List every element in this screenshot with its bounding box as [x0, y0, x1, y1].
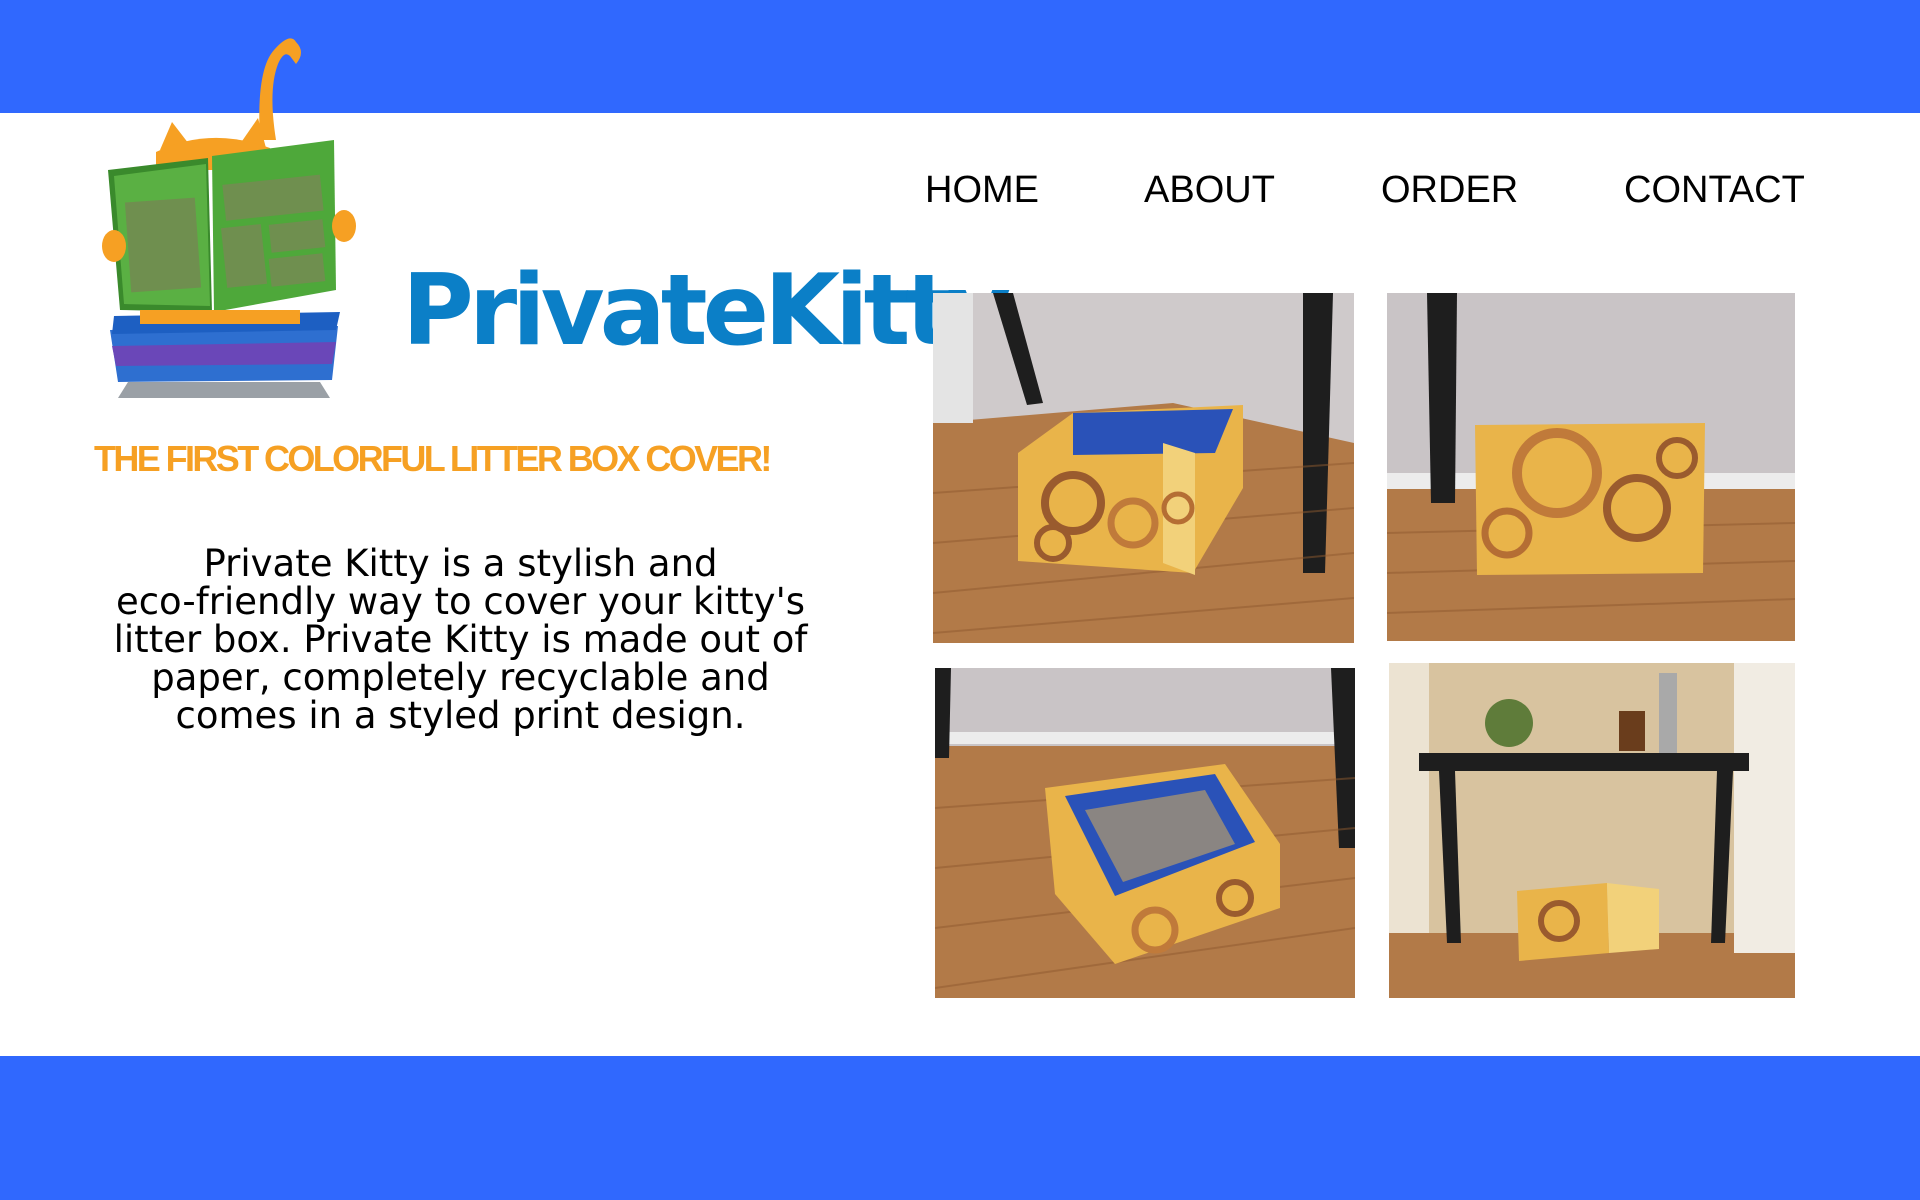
description-line: paper, completely recyclable and [151, 656, 770, 699]
nav-home-link[interactable]: HOME [925, 168, 1039, 212]
nav-about-link[interactable]: ABOUT [1144, 168, 1275, 212]
description-line: eco-friendly way to cover your kitty's [115, 580, 806, 623]
description-line: Private Kitty is a stylish and [203, 542, 718, 585]
cat-newspaper-logo-icon [102, 38, 356, 398]
nav-contact-link[interactable]: CONTACT [1624, 168, 1805, 212]
litter-box-cover-top-view-icon [935, 668, 1355, 998]
nav-order-link[interactable]: ORDER [1381, 168, 1518, 212]
product-description: Private Kitty is a stylish and eco-frien… [88, 545, 833, 735]
main-nav: HOME ABOUT ORDER CONTACT [0, 168, 1920, 212]
bottom-banner [0, 1056, 1920, 1200]
gallery-photo-1[interactable] [933, 293, 1354, 643]
litter-box-cover-front-corner-icon [933, 293, 1354, 643]
description-line: comes in a styled print design. [175, 694, 746, 737]
gallery-photo-4[interactable] [1389, 663, 1795, 998]
gallery-photo-2[interactable] [1387, 293, 1795, 641]
gallery-photo-3[interactable] [935, 668, 1355, 998]
brand-logo-text[interactable]: PrivateKitty [402, 262, 1011, 360]
tagline-heading: THE FIRST COLORFUL LITTER BOX COVER! [94, 438, 772, 479]
description-line: litter box. Private Kitty is made out of [113, 618, 808, 661]
litter-box-cover-front-icon [1387, 293, 1795, 641]
litter-box-cover-under-table-icon [1389, 663, 1795, 998]
